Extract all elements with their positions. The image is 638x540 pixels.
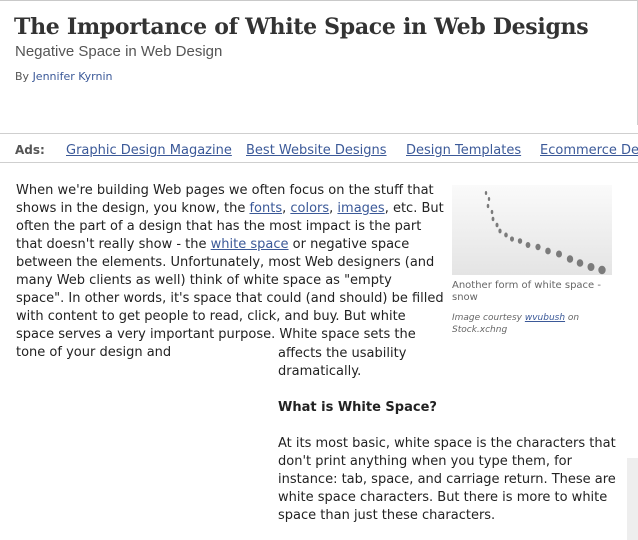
fonts-link[interactable]: fonts <box>249 201 282 216</box>
figure-caption: Another form of white space - snow <box>452 280 601 303</box>
top-border <box>0 0 638 1</box>
colors-link[interactable]: colors <box>290 201 329 216</box>
ad-link-design-templates[interactable]: Design Templates <box>406 143 521 158</box>
section-heading: What is White Space? <box>278 400 437 415</box>
credit-site: Stock.xchng <box>452 325 508 335</box>
ad-link-best-website-designs[interactable]: Best Website Designs <box>246 143 387 158</box>
byline-prefix: By <box>15 70 33 83</box>
article-subtitle: Negative Space in Web Design <box>15 43 223 60</box>
credit-prefix: Image courtesy <box>452 313 525 323</box>
white-space-link[interactable]: white space <box>211 237 289 252</box>
footprints-in-snow-icon <box>484 191 606 275</box>
byline: By Jennifer Kyrnin <box>15 70 112 83</box>
intro-text-3: or negative space between the elements. … <box>16 237 444 360</box>
footprints-in-snow-photo <box>452 185 612 275</box>
intro-paragraph-continuation: affects the usability dramatically. <box>278 346 407 379</box>
article-title: The Importance of White Space in Web Des… <box>14 14 589 40</box>
scrollbar-track[interactable] <box>627 458 638 540</box>
author-link[interactable]: Jennifer Kyrnin <box>33 70 113 83</box>
ads-label: Ads: <box>15 143 45 157</box>
ad-link-ecommerce-designs[interactable]: Ecommerce Des <box>540 143 638 158</box>
credit-mid: on <box>565 313 580 323</box>
images-link[interactable]: images <box>337 201 384 216</box>
intro-paragraph: When we're building Web pages we often f… <box>16 182 444 362</box>
ad-link-graphic-design-magazine[interactable]: Graphic Design Magazine <box>66 143 232 158</box>
section-paragraph: At its most basic, white space is the ch… <box>278 436 616 523</box>
ads-bar: Ads: Graphic Design Magazine Best Websit… <box>0 133 638 163</box>
credit-user-link[interactable]: wvubush <box>525 313 565 323</box>
figure-credit: Image courtesy wvubush on Stock.xchng <box>452 312 622 336</box>
